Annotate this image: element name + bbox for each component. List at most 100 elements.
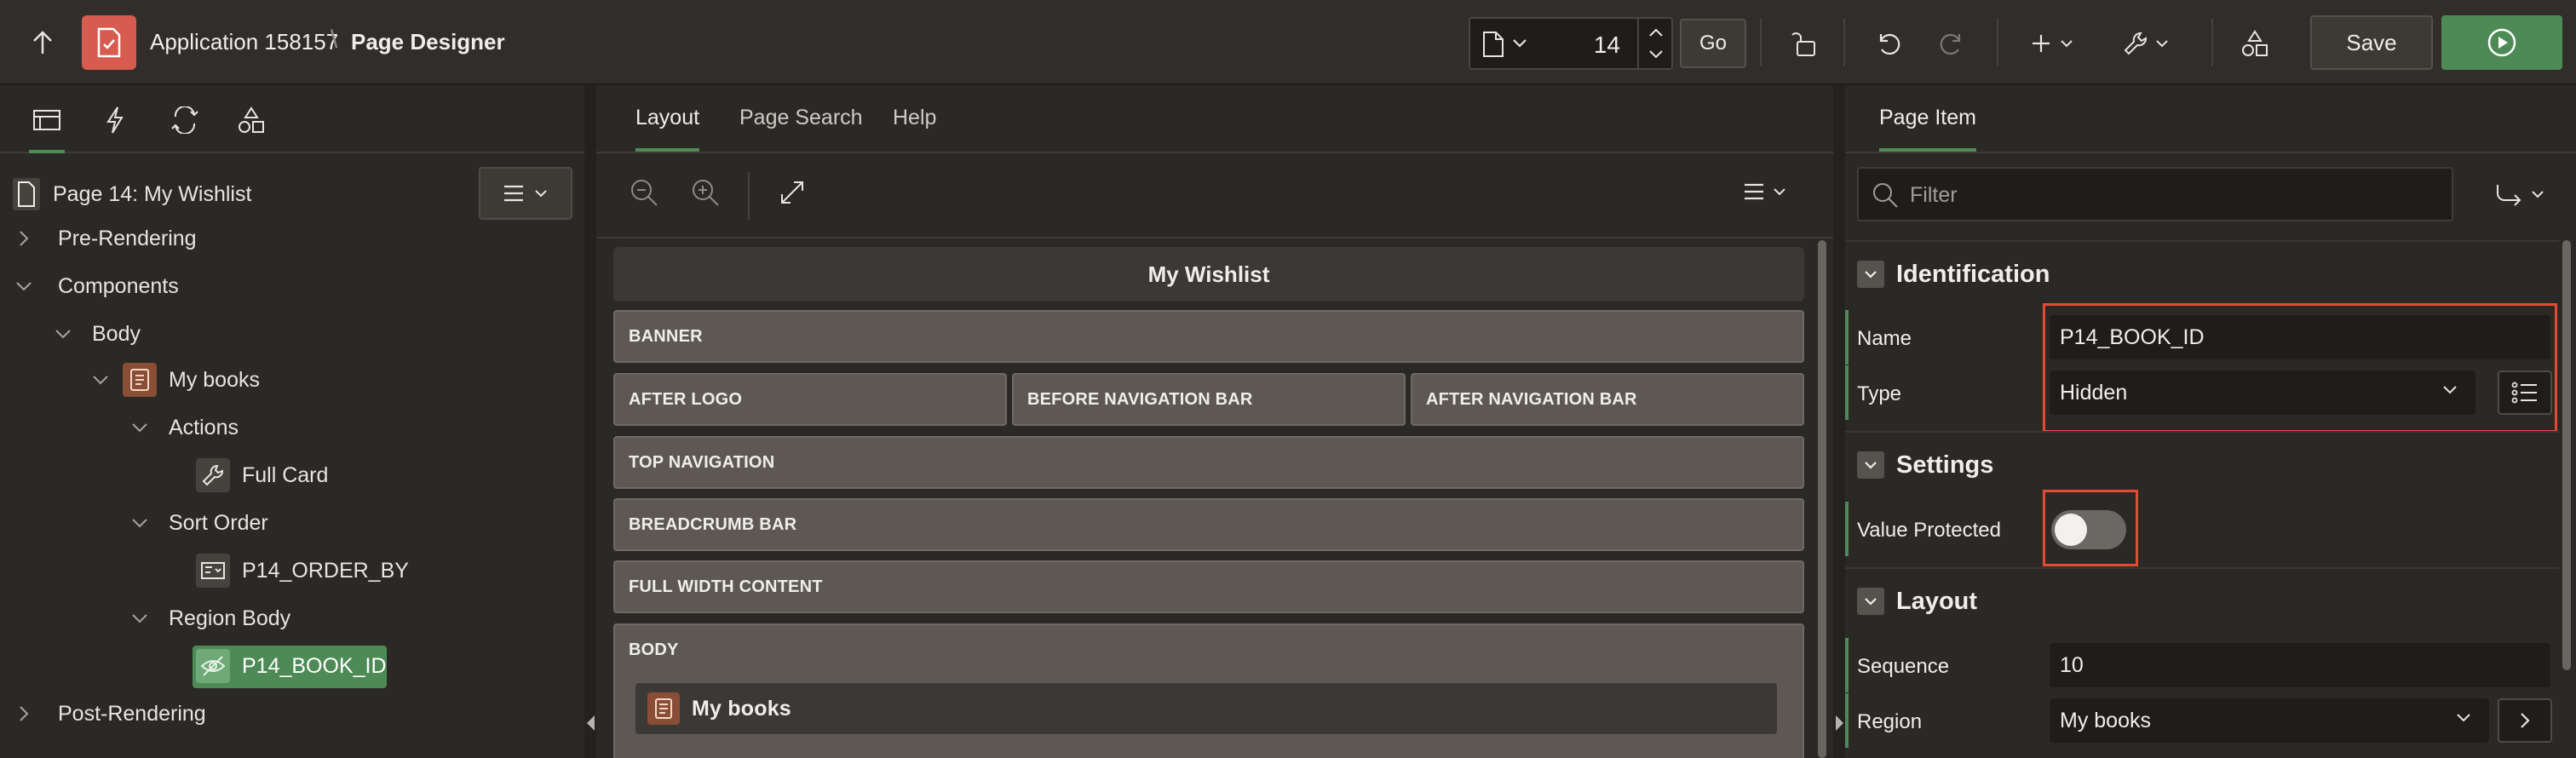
dynamic-actions-tab[interactable] [95,100,135,140]
chevron-down-icon[interactable] [90,370,111,390]
tree-page-node[interactable]: Page 14: My Wishlist [12,172,251,216]
region-value: My books [2060,708,2151,732]
canvas-scrollbar[interactable] [1818,240,1826,758]
left-splitter[interactable] [584,85,596,758]
tree-item-region-body[interactable]: Region Body [129,596,290,640]
tree-item-label: P14_ORDER_BY [242,558,409,583]
tab-layout[interactable]: Layout [635,106,700,152]
expand-icon[interactable] [779,179,806,206]
group-title: Identification [1896,260,2050,288]
highlight-identification [2043,303,2557,433]
zone-top-navigation[interactable]: TOP NAVIGATION [613,436,1804,489]
zone-after-logo[interactable]: AFTER LOGO [613,373,1007,426]
tree-item-post-rendering[interactable]: Post-Rendering [14,692,206,736]
processing-tab[interactable] [165,100,204,140]
shared-components-icon[interactable] [2235,24,2274,63]
collapse-right-icon[interactable] [1836,715,1843,731]
tree-item-p14-book-id[interactable]: P14_BOOK_ID [196,644,387,688]
group-settings[interactable]: Settings [1857,441,1993,489]
shared-components-tab[interactable] [232,100,271,140]
tab-page-search[interactable]: Page Search [739,106,863,130]
zone-breadcrumb-bar[interactable]: BREADCRUMB BAR [613,498,1804,551]
up-arrow-icon[interactable] [26,26,60,60]
page-selector[interactable]: 14 [1469,17,1673,70]
top-toolbar: Application 158157 \ Page Designer 14 Go [0,0,2576,85]
group-identification[interactable]: Identification [1857,250,2050,298]
app-logo[interactable] [82,15,136,70]
region-icon [123,363,157,397]
properties-scrollbar[interactable] [2562,240,2571,670]
group-title: Layout [1896,587,1978,615]
chevron-down-icon[interactable] [53,324,73,344]
zone-after-navigation-bar[interactable]: AFTER NAVIGATION BAR [1411,373,1804,426]
play-icon [2487,27,2517,58]
tree-item-body[interactable]: Body [53,312,141,356]
chevron-down-icon[interactable] [129,513,150,533]
chevron-down-icon[interactable] [129,608,150,629]
tree-item-sort-order[interactable]: Sort Order [129,501,268,545]
collapse-left-icon[interactable] [587,715,595,731]
layout-toolbar [596,155,1833,238]
chevron-down-icon[interactable] [1511,37,1528,49]
canvas-region-my-books[interactable]: My books [635,683,1777,734]
utilities-menu-button[interactable] [2116,24,2176,63]
collapse-icon[interactable] [1857,588,1884,615]
divider [1997,19,1998,66]
save-button[interactable]: Save [2310,15,2433,70]
region-label: Region [1857,710,1923,733]
page-number-input[interactable]: 14 [1594,32,1620,59]
tree-item-components[interactable]: Components [14,264,179,308]
go-to-group-button[interactable] [2479,167,2561,221]
center-panel: Layout Page Search Help My Wishlist BANN… [596,85,1833,758]
application-link[interactable]: Application 158157 [150,29,338,55]
create-menu-button[interactable] [2026,24,2079,63]
filter-box [1857,167,2453,221]
right-splitter[interactable] [1833,85,1845,758]
page-designer-title: Page Designer [351,29,505,55]
group-layout[interactable]: Layout [1857,577,1977,625]
tab-help[interactable]: Help [893,106,936,130]
zone-before-navigation-bar[interactable]: BEFORE NAVIGATION BAR [1012,373,1406,426]
layout-menu-button[interactable] [1743,182,1787,201]
tree-item-label: P14_BOOK_ID [242,653,387,678]
chevron-down-icon[interactable] [14,276,34,296]
region-icon [647,692,680,725]
page-icon[interactable] [1482,31,1504,58]
undo-icon[interactable] [1869,24,1908,63]
tree-item-p14-order-by[interactable]: P14_ORDER_BY [196,548,409,593]
page-stepper[interactable] [1637,19,1671,68]
filter-input[interactable] [1910,181,2438,210]
tree-menu-button[interactable] [479,167,572,220]
zone-banner[interactable]: BANNER [613,310,1804,363]
lock-icon[interactable] [1784,24,1823,63]
goto-arrow-icon [2494,181,2523,207]
run-button[interactable] [2441,15,2562,70]
chevron-right-icon[interactable] [14,703,34,724]
property-sequence: Sequence 10 [1845,638,2559,692]
go-button[interactable]: Go [1680,19,1746,68]
region-goto-button[interactable] [2498,698,2552,743]
zoom-out-icon[interactable] [629,177,659,208]
plus-icon [2030,32,2052,55]
group-title: Settings [1896,451,1994,479]
tree-item-full-card[interactable]: Full Card [196,453,328,497]
zoom-in-icon[interactable] [690,177,721,208]
zone-body[interactable]: BODY My books [613,623,1804,758]
tab-page-item[interactable]: Page Item [1879,106,1976,152]
divider [1845,431,2559,433]
tree-item-my-books[interactable]: My books [90,358,260,402]
region-select[interactable]: My books [2050,698,2489,743]
tree-item-pre-rendering[interactable]: Pre-Rendering [14,216,197,261]
tree-item-actions[interactable]: Actions [129,405,239,450]
collapse-icon[interactable] [1857,261,1884,288]
zone-full-width-content[interactable]: FULL WIDTH CONTENT [613,560,1804,613]
left-panel-tabs [0,85,584,153]
chevron-down-icon[interactable] [129,417,150,438]
tree-item-label: Pre-Rendering [58,226,197,250]
chevron-right-icon[interactable] [14,228,34,249]
collapse-icon[interactable] [1857,451,1884,479]
rendering-tab[interactable] [27,100,66,153]
sequence-input[interactable]: 10 [2050,643,2550,687]
tree-item-label: Components [58,273,179,298]
redo-icon[interactable] [1932,24,1971,63]
